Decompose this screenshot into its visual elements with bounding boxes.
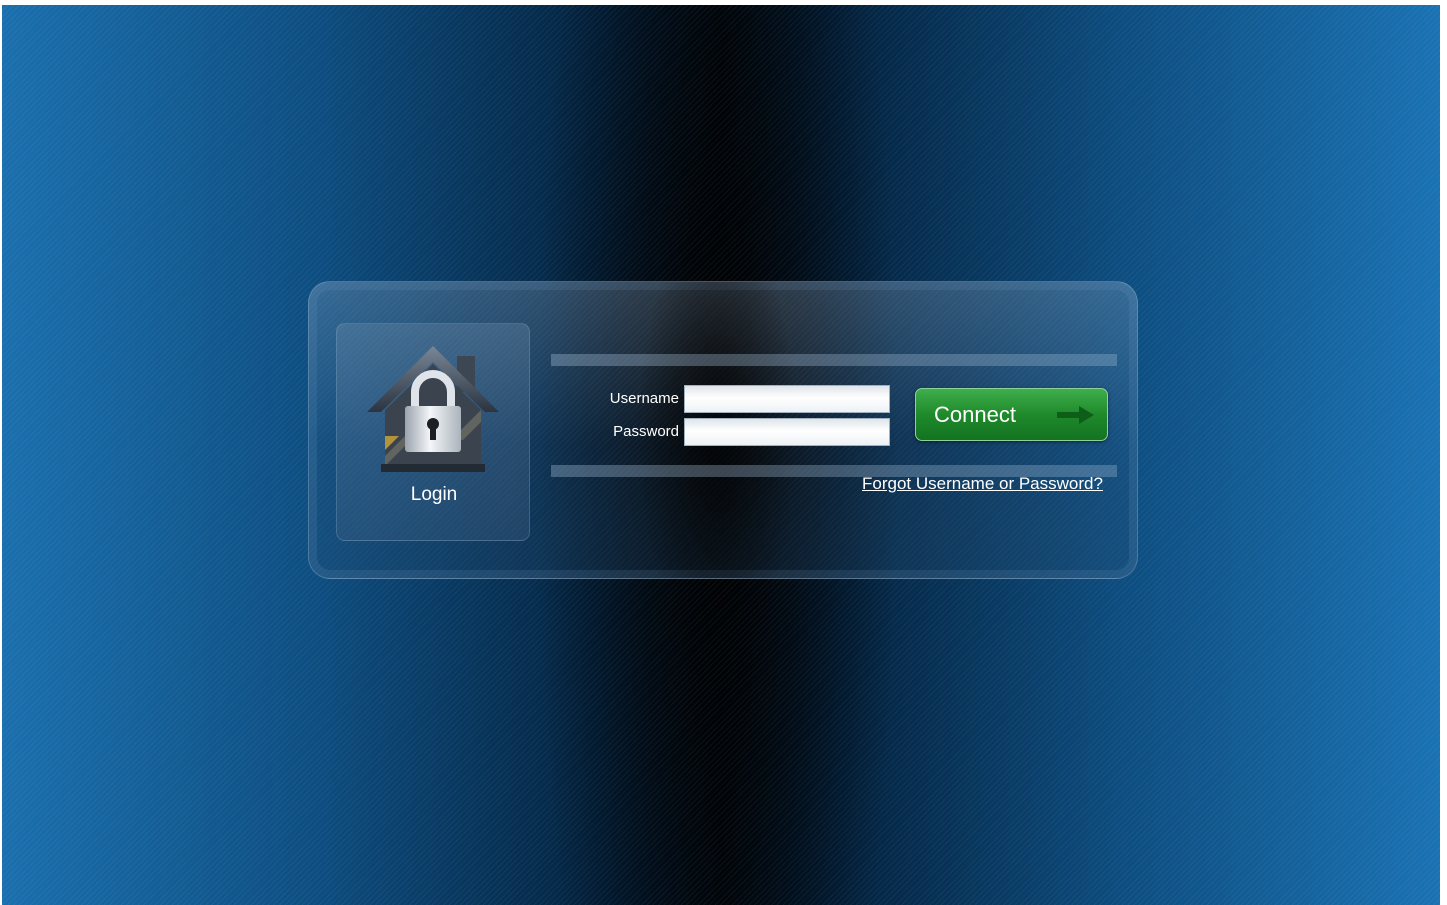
house-lock-icon [367, 346, 499, 472]
login-screen: Login Username Password Connect Forgot U… [2, 5, 1440, 905]
login-tile: Login [336, 323, 530, 541]
password-input[interactable] [684, 418, 890, 446]
password-label: Password [613, 423, 679, 440]
login-label: Login [410, 484, 458, 505]
username-input[interactable] [684, 385, 890, 413]
connect-button-label: Connect [934, 401, 1016, 427]
divider-top [551, 354, 1117, 366]
arrow-right-icon [1057, 406, 1094, 424]
forgot-credentials-link[interactable]: Forgot Username or Password? [862, 474, 1103, 494]
login-panel: Login Username Password Connect Forgot U… [308, 281, 1138, 579]
connect-button[interactable]: Connect [915, 388, 1108, 441]
username-label: Username [609, 390, 679, 407]
